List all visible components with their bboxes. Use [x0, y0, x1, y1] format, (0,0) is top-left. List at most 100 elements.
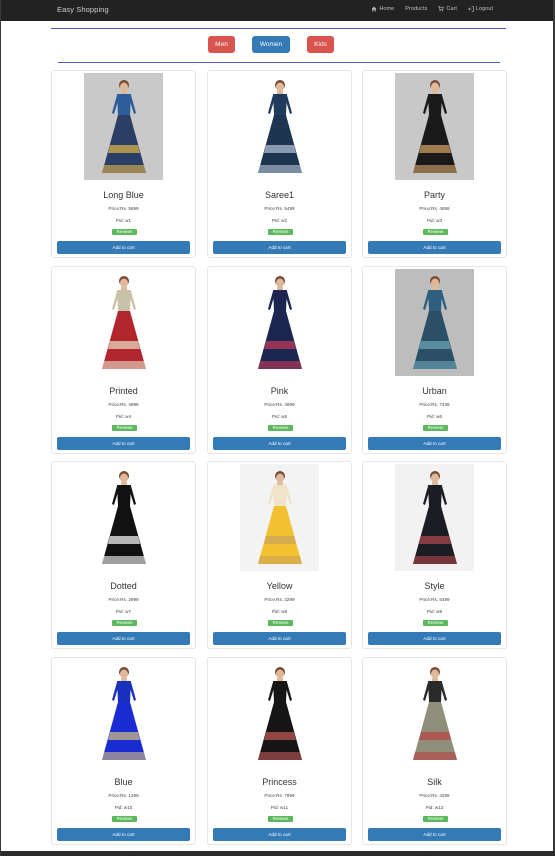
- product-card: Blue Price:Rs. 1299 Pid: w10 Reviews Add to …: [51, 657, 196, 845]
- divider-bottom: [58, 62, 500, 63]
- kids-button[interactable]: Kids: [307, 36, 334, 53]
- add-to-cart-button[interactable]: Add to cart: [213, 437, 346, 450]
- reviews-button[interactable]: Reviews: [268, 816, 293, 822]
- product-card: Yellow Price:Rs. 3299 Pid: w8 Reviews Add to…: [207, 461, 352, 649]
- product-name: Blue: [114, 777, 133, 787]
- product-name: Urban: [422, 386, 447, 396]
- nav-home[interactable]: Home: [371, 6, 394, 12]
- browser-viewport: Easy Shopping Home Products Cart Logout …: [0, 0, 555, 856]
- category-filter: Men Women Kids: [1, 36, 553, 54]
- product-price: Price:Rs. 4699: [419, 206, 450, 211]
- product-id: Pid: w12: [425, 805, 444, 810]
- product-name: Party: [423, 190, 445, 200]
- product-card: Silk Price:Rs. 4299 Pid: w12 Reviews Add to …: [362, 657, 507, 845]
- product-image[interactable]: [84, 269, 163, 376]
- product-image[interactable]: [84, 660, 163, 767]
- home-icon: [371, 6, 377, 12]
- product-price: Price:Rs. 4999: [108, 402, 139, 407]
- product-price: Price:Rs. 5499: [419, 597, 450, 602]
- product-id: Pid: w6: [426, 414, 443, 419]
- product-card: Party Price:Rs. 4699 Pid: w3 Reviews Add to …: [362, 70, 507, 258]
- reviews-button[interactable]: Reviews: [423, 229, 448, 235]
- add-to-cart-button[interactable]: Add to cart: [57, 241, 190, 254]
- product-card: Pink Price:Rs. 4999 Pid: w5 Reviews Add to c…: [207, 266, 352, 454]
- product-price: Price:Rs. 4299: [419, 793, 450, 798]
- reviews-button[interactable]: Reviews: [423, 816, 448, 822]
- nav-cart-label: Cart: [446, 6, 457, 12]
- product-name: Printed: [109, 386, 138, 396]
- men-button[interactable]: Men: [208, 36, 235, 53]
- women-button[interactable]: Women: [252, 36, 290, 53]
- product-name: Saree1: [264, 190, 295, 200]
- product-price: Price:Rs. 7999: [264, 793, 295, 798]
- nav-links: Home Products Cart Logout: [371, 6, 493, 12]
- product-name: Princess: [262, 777, 297, 787]
- product-id: Pid: w4: [115, 414, 132, 419]
- product-price: Price:Rs. 7339: [419, 402, 450, 407]
- add-to-cart-button[interactable]: Add to cart: [368, 828, 501, 841]
- reviews-button[interactable]: Reviews: [112, 229, 137, 235]
- bottom-edge: [1, 851, 555, 856]
- product-name: Long Blue: [103, 190, 144, 200]
- product-image[interactable]: [395, 73, 474, 180]
- product-name: Dotted: [110, 581, 137, 591]
- product-id: Pid: w9: [426, 609, 443, 614]
- product-name: Silk: [427, 777, 442, 787]
- product-price: Price:Rs. 5999: [108, 206, 139, 211]
- product-name: Pink: [270, 386, 289, 396]
- product-image[interactable]: [395, 464, 474, 571]
- add-to-cart-button[interactable]: Add to cart: [57, 437, 190, 450]
- reviews-button[interactable]: Reviews: [112, 816, 137, 822]
- product-price: Price:Rs. 3299: [264, 597, 295, 602]
- nav-home-label: Home: [379, 6, 395, 12]
- reviews-button[interactable]: Reviews: [112, 425, 137, 431]
- reviews-button[interactable]: Reviews: [423, 425, 448, 431]
- product-id: Pid: w2: [271, 218, 288, 223]
- cart-icon: [438, 6, 445, 12]
- nav-products[interactable]: Products: [405, 6, 427, 12]
- brand-logo[interactable]: Easy Shopping: [57, 5, 109, 14]
- product-card: Dotted Price:Rs. 2999 Pid: w7 Reviews Add to…: [51, 461, 196, 649]
- reviews-button[interactable]: Reviews: [268, 229, 293, 235]
- product-image[interactable]: [240, 660, 319, 767]
- product-card: Princess Price:Rs. 7999 Pid: w11 Reviews Add…: [207, 657, 352, 845]
- add-to-cart-button[interactable]: Add to cart: [368, 632, 501, 645]
- add-to-cart-button[interactable]: Add to cart: [57, 632, 190, 645]
- navbar: Easy Shopping Home Products Cart Logout: [1, 0, 553, 21]
- divider-top: [51, 28, 506, 29]
- product-name: Yellow: [266, 581, 293, 591]
- product-image[interactable]: [84, 73, 163, 180]
- product-image[interactable]: [395, 269, 474, 376]
- product-image[interactable]: [240, 73, 319, 180]
- product-image[interactable]: [395, 660, 474, 767]
- reviews-button[interactable]: Reviews: [112, 620, 137, 626]
- nav-cart[interactable]: Cart: [438, 6, 457, 12]
- product-id: Pid: w8: [271, 609, 288, 614]
- add-to-cart-button[interactable]: Add to cart: [368, 437, 501, 450]
- nav-logout[interactable]: Logout: [468, 6, 493, 12]
- add-to-cart-button[interactable]: Add to cart: [213, 632, 346, 645]
- product-card: Saree1 Price:Rs. 5499 Pid: w2 Reviews Add to…: [207, 70, 352, 258]
- logout-icon: [468, 6, 474, 12]
- product-card: Long Blue Price:Rs. 5999 Pid: w1 Reviews Add…: [51, 70, 196, 258]
- add-to-cart-button[interactable]: Add to cart: [213, 828, 346, 841]
- product-image[interactable]: [84, 464, 163, 571]
- product-image[interactable]: [240, 464, 319, 571]
- add-to-cart-button[interactable]: Add to cart: [213, 241, 346, 254]
- product-id: Pid: w11: [270, 805, 289, 810]
- reviews-button[interactable]: Reviews: [268, 425, 293, 431]
- product-id: Pid: w10: [114, 805, 133, 810]
- product-card: Style Price:Rs. 5499 Pid: w9 Reviews Add to …: [362, 461, 507, 649]
- product-price: Price:Rs. 4999: [264, 402, 295, 407]
- add-to-cart-button[interactable]: Add to cart: [368, 241, 501, 254]
- product-id: Pid: w5: [271, 414, 288, 419]
- product-id: Pid: w1: [115, 218, 132, 223]
- product-price: Price:Rs. 2999: [108, 597, 139, 602]
- product-id: Pid: w7: [115, 609, 132, 614]
- reviews-button[interactable]: Reviews: [423, 620, 448, 626]
- add-to-cart-button[interactable]: Add to cart: [57, 828, 190, 841]
- reviews-button[interactable]: Reviews: [268, 620, 293, 626]
- product-price: Price:Rs. 5499: [264, 206, 295, 211]
- product-name: Style: [424, 581, 445, 591]
- product-image[interactable]: [240, 269, 319, 376]
